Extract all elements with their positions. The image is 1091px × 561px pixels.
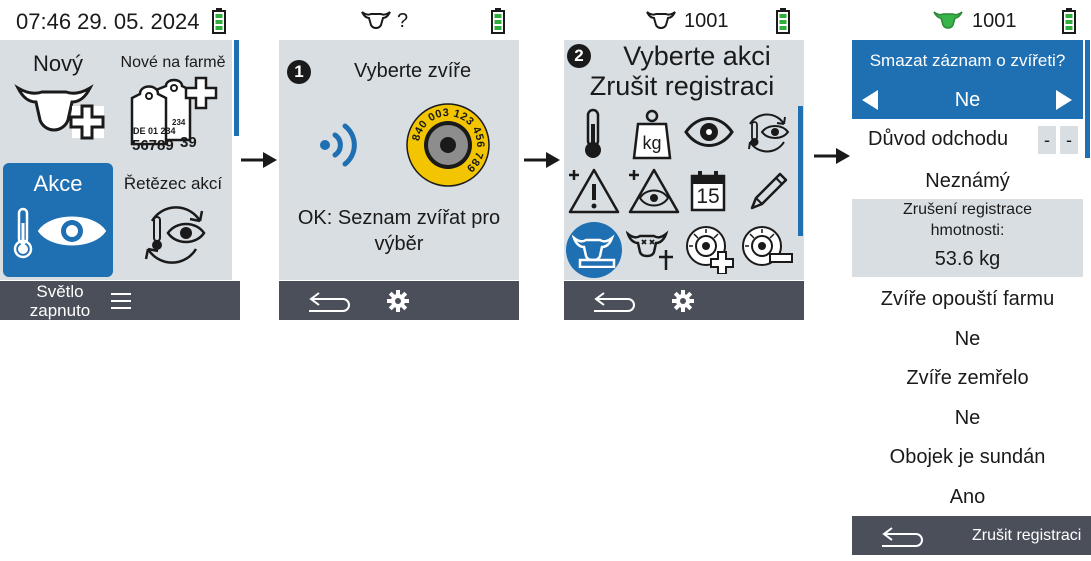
scrollbar[interactable] bbox=[1085, 40, 1090, 158]
animal-id: 1001 bbox=[972, 10, 1017, 32]
died-value[interactable]: Ne bbox=[852, 404, 1083, 432]
light-status[interactable]: Světlo zapnuto bbox=[20, 281, 100, 320]
footer-bar: Zrušit registraci bbox=[852, 516, 1091, 555]
tile-new[interactable]: Nový bbox=[4, 44, 112, 156]
animal-id: ? bbox=[397, 10, 409, 32]
animal-id: 1001 bbox=[684, 10, 729, 32]
back-icon[interactable] bbox=[307, 290, 353, 314]
cow-plus-icon bbox=[14, 84, 105, 140]
weight-label: Zrušení registrace hmotnosti: bbox=[903, 201, 1032, 239]
reason-dash-2[interactable]: - bbox=[1060, 126, 1078, 154]
tag-text-line2: 56789 bbox=[132, 137, 174, 154]
battery-icon bbox=[212, 8, 226, 34]
thermometer-eye-cycle-icon bbox=[144, 206, 206, 264]
flow-arrow-icon bbox=[814, 148, 850, 164]
eye-icon[interactable] bbox=[684, 114, 734, 150]
scrollbar[interactable] bbox=[234, 40, 239, 136]
step-number: 1 bbox=[294, 62, 304, 81]
ear-tag-button-icon: 840 003 123 456 789 bbox=[406, 103, 490, 187]
delete-record-question: Smazat záznam o zvířeti? bbox=[869, 51, 1066, 70]
tile-new-label: Nový bbox=[32, 51, 84, 76]
thermometer-icon[interactable] bbox=[580, 108, 606, 160]
back-icon[interactable] bbox=[880, 525, 926, 549]
collar-removed-label: Obojek je sundán bbox=[889, 445, 1046, 468]
tag-text-line1: DE 01 234 bbox=[133, 126, 176, 136]
died-label: Zvíře zemřelo bbox=[906, 366, 1029, 389]
tile-new-on-farm[interactable]: Nové na farmě DE 01 234 56789 234 39 bbox=[114, 44, 232, 156]
leaves-farm-value[interactable]: Ne bbox=[852, 325, 1083, 353]
dead-cow-icon[interactable] bbox=[626, 228, 678, 272]
battery-icon bbox=[491, 8, 505, 34]
status-bar: 1001 bbox=[852, 0, 1091, 40]
cow-head-icon bbox=[646, 11, 676, 30]
tile-actions[interactable]: Akce bbox=[3, 163, 113, 277]
footer-bar bbox=[564, 281, 804, 320]
tile-action-chain-label: Řetězec akcí bbox=[123, 174, 223, 193]
scrollbar[interactable] bbox=[798, 106, 803, 236]
thermometer-eye-icon bbox=[13, 207, 107, 259]
delete-record-value: Ne bbox=[954, 88, 981, 111]
screen-select-action: 1001 2 Vyberte akci Zrušit registraci kg bbox=[564, 0, 804, 320]
reason-value[interactable]: Neznámý bbox=[852, 167, 1083, 195]
cow-deregister-icon bbox=[572, 234, 616, 268]
tag-minus-icon[interactable] bbox=[740, 224, 794, 272]
hamburger-icon[interactable] bbox=[111, 292, 131, 310]
tile-action-chain[interactable]: Řetězec akcí bbox=[114, 163, 232, 277]
flow-arrow-icon bbox=[524, 152, 560, 168]
pencil-icon[interactable] bbox=[746, 170, 790, 214]
weight-kg-icon[interactable]: kg bbox=[632, 108, 672, 160]
weight-box: Zrušení registrace hmotnosti: 53.6 kg bbox=[852, 199, 1083, 277]
weight-kg-label: kg bbox=[642, 132, 662, 153]
thermometer-cycle-icon[interactable] bbox=[742, 108, 792, 158]
title-line1: Vyberte akci bbox=[623, 40, 771, 71]
prompt-text: Vyberte zvíře bbox=[354, 60, 472, 82]
tile-actions-label: Akce bbox=[33, 171, 83, 196]
screen-main-menu: 07:46 29. 05. 2024 Nový Nové na farmě DE… bbox=[0, 0, 240, 320]
step-badge: 1 bbox=[287, 60, 311, 84]
cow-head-green-icon bbox=[933, 11, 963, 29]
footer-bar bbox=[279, 281, 519, 320]
tile-new-on-farm-label: Nové na farmě bbox=[120, 54, 226, 71]
eye-warning-plus-icon[interactable] bbox=[628, 166, 680, 214]
deregister-action-button[interactable]: Zrušit registraci bbox=[972, 527, 1081, 545]
title-line2: Zrušit registraci bbox=[589, 70, 775, 101]
tag-text-back2: 39 bbox=[180, 134, 197, 151]
screen-deregister-form: 1001 Smazat záznam o zvířeti? Ne Důvod o… bbox=[852, 0, 1091, 561]
leaves-farm-label: Zvíře opouští farmu bbox=[880, 287, 1055, 310]
rfid-waves-icon bbox=[320, 123, 357, 167]
cow-deregister-button[interactable] bbox=[566, 222, 622, 278]
weight-value: 53.6 kg bbox=[934, 247, 1001, 270]
hint-text: OK: Seznam zvířat pro výběr bbox=[297, 207, 501, 255]
back-icon[interactable] bbox=[592, 290, 638, 314]
step-number: 2 bbox=[574, 46, 584, 65]
gear-icon[interactable] bbox=[387, 290, 409, 312]
arrow-left-icon[interactable] bbox=[862, 90, 878, 110]
collar-removed-value[interactable]: Ano bbox=[852, 483, 1083, 511]
arrow-right-icon[interactable] bbox=[1056, 90, 1072, 110]
warning-plus-icon[interactable] bbox=[568, 166, 620, 214]
status-bar: 07:46 29. 05. 2024 bbox=[0, 0, 240, 40]
status-bar: ? bbox=[279, 0, 519, 40]
battery-icon bbox=[1062, 8, 1076, 34]
step-badge: 2 bbox=[567, 44, 591, 68]
delete-record-selector[interactable]: Smazat záznam o zvířeti? Ne bbox=[852, 40, 1083, 119]
gear-icon[interactable] bbox=[672, 290, 694, 312]
light-status-line2: zapnuto bbox=[29, 300, 91, 320]
footer-bar: Světlo zapnuto bbox=[0, 281, 240, 320]
calendar-icon[interactable]: 15 bbox=[690, 170, 726, 212]
flow-arrow-icon bbox=[241, 152, 277, 168]
cow-head-icon bbox=[361, 11, 391, 30]
reason-dash-1[interactable]: - bbox=[1038, 126, 1056, 154]
status-bar: 1001 bbox=[564, 0, 804, 40]
reason-label: Důvod odchodu bbox=[868, 128, 1009, 150]
light-status-line1: Světlo bbox=[36, 281, 84, 301]
tag-plus-icon[interactable] bbox=[684, 224, 736, 274]
tag-text-back1: 234 bbox=[172, 118, 186, 127]
calendar-day: 15 bbox=[696, 185, 720, 208]
time-date: 07:46 29. 05. 2024 bbox=[16, 9, 200, 34]
battery-icon bbox=[776, 8, 790, 34]
screen-select-animal: ? 1 Vyberte zvíře 840 003 123 456 789 OK… bbox=[279, 0, 519, 320]
